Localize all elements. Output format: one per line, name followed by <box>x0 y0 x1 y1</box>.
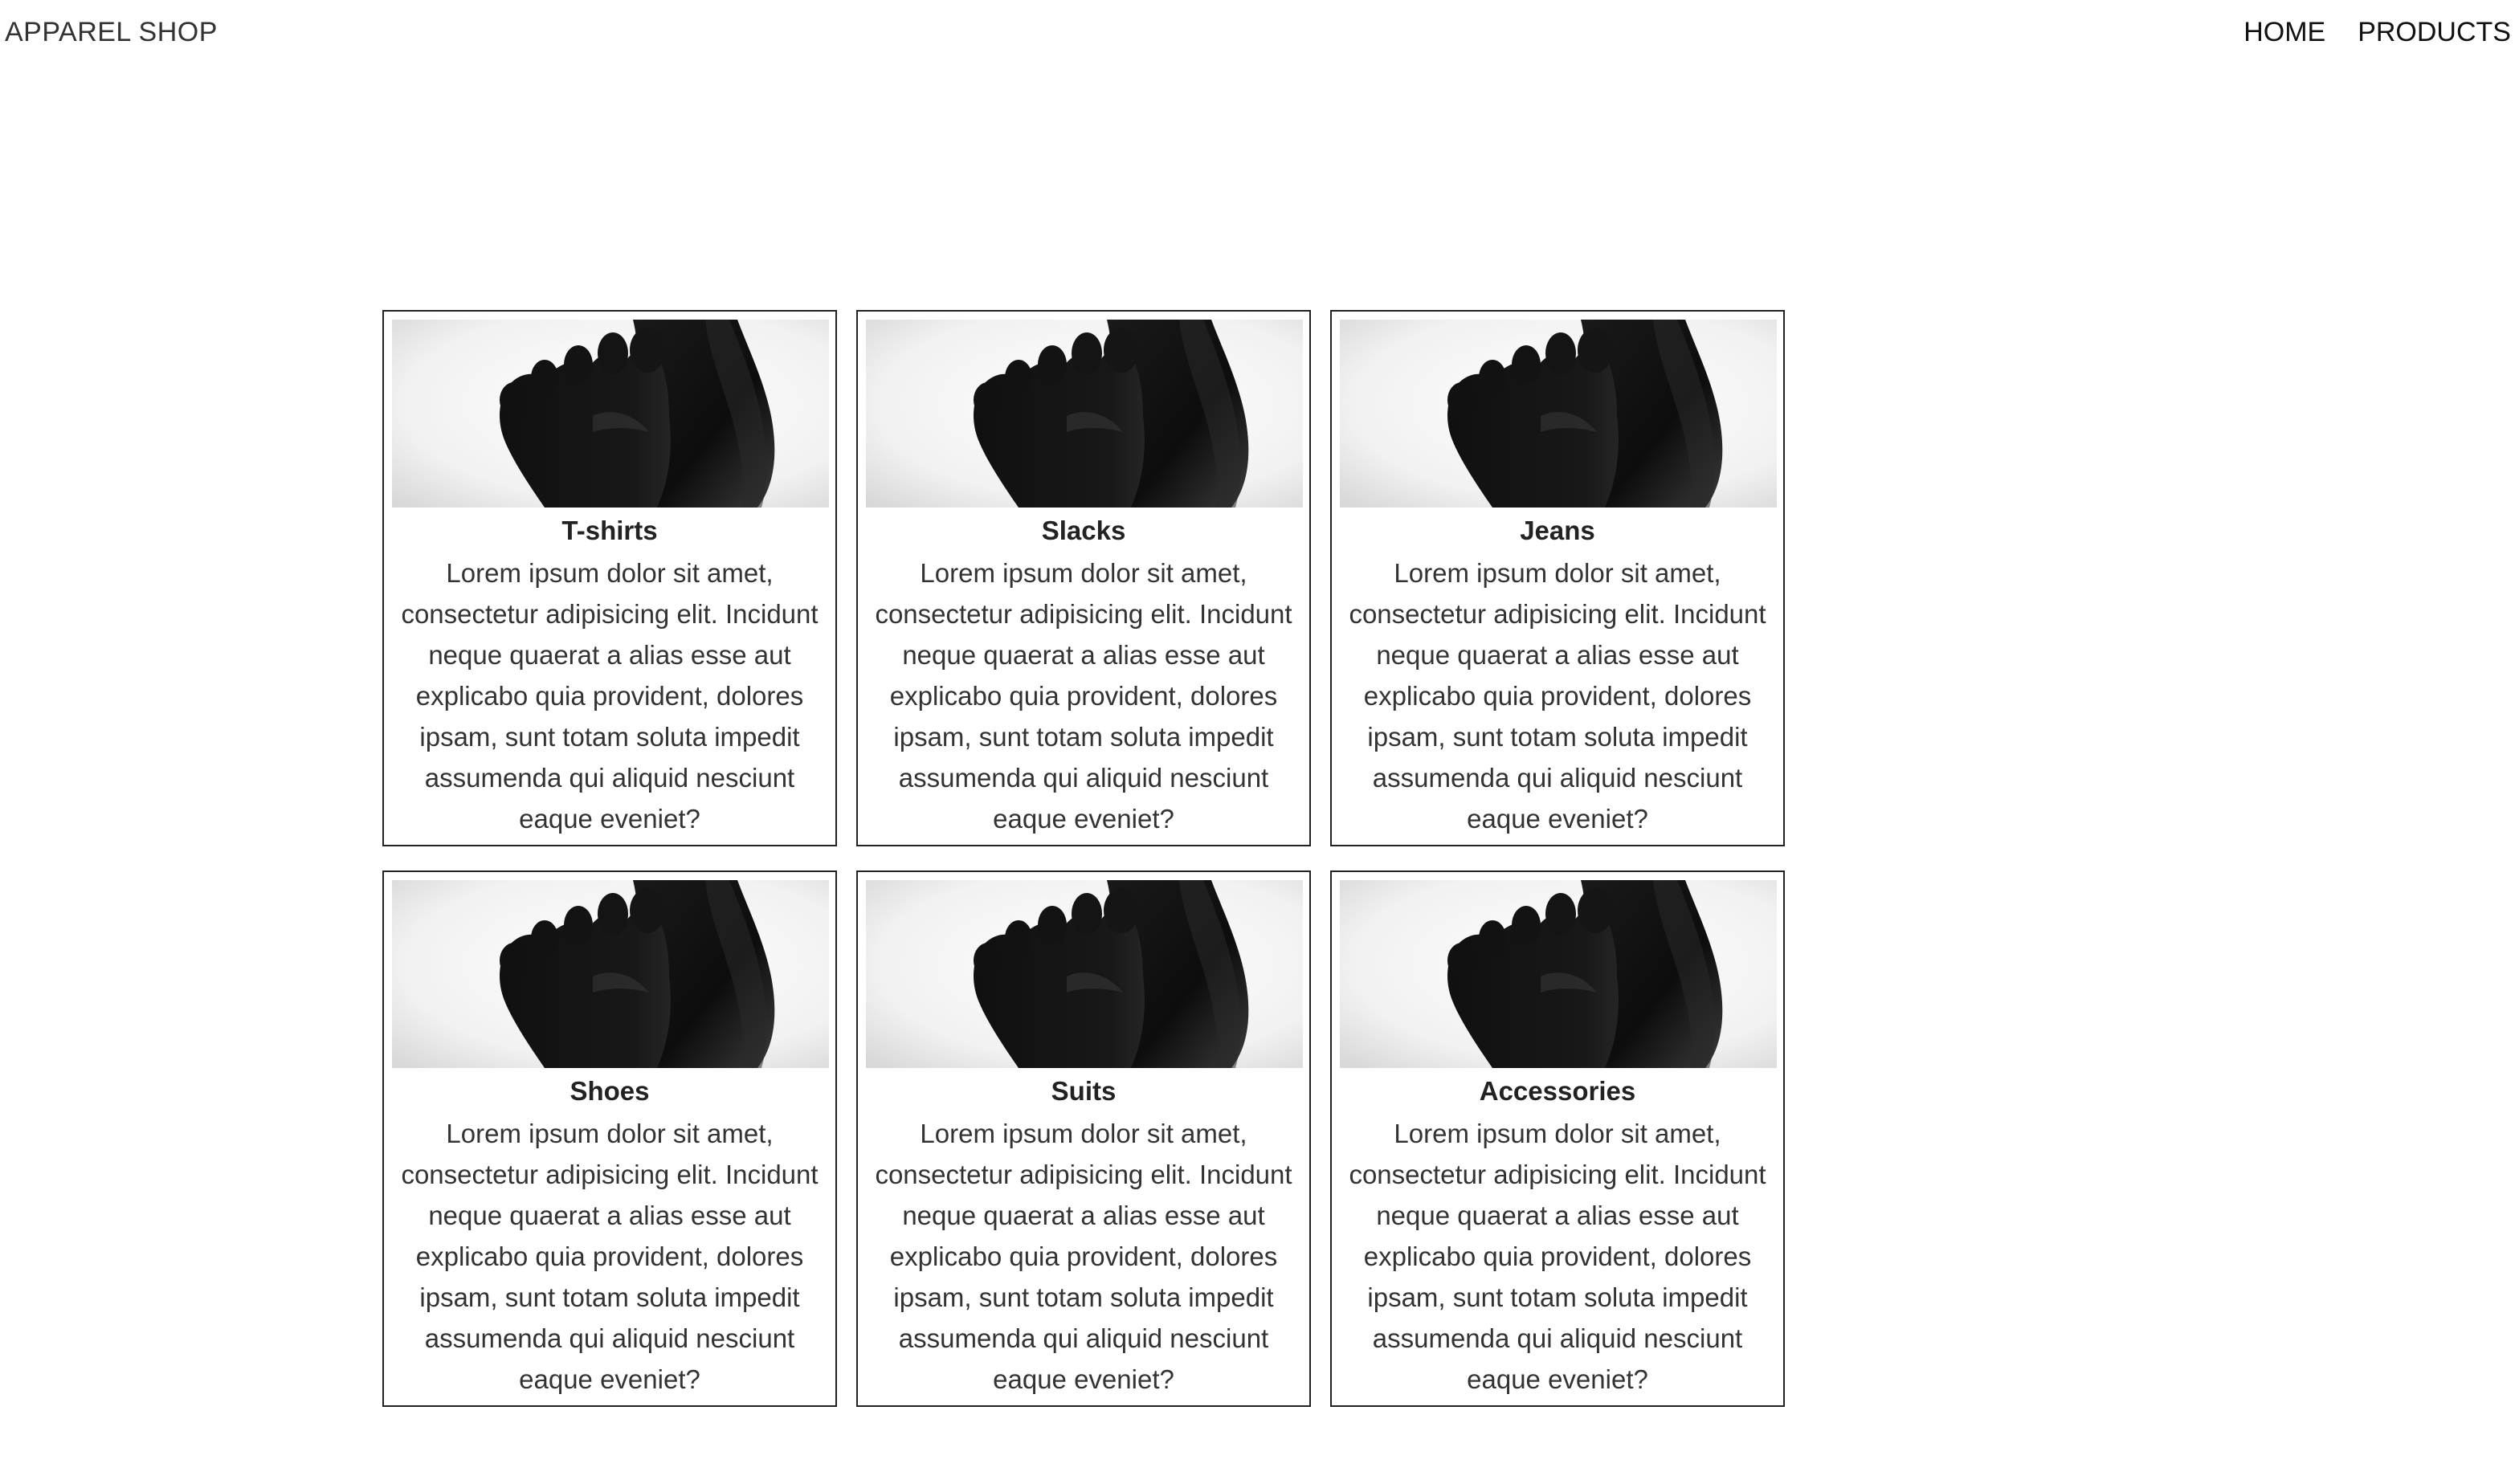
brand-logo[interactable]: APPAREL SHOP <box>5 13 218 51</box>
nav-home-link[interactable]: HOME <box>2243 13 2325 51</box>
product-image <box>392 880 829 1068</box>
product-title: Slacks <box>1041 516 1126 545</box>
product-description: Lorem ipsum dolor sit amet, consectetur … <box>875 1119 1292 1394</box>
product-description: Lorem ipsum dolor sit amet, consectetur … <box>401 1119 819 1394</box>
product-description: Lorem ipsum dolor sit amet, consectetur … <box>1349 558 1766 834</box>
product-card-shoes: Shoes Lorem ipsum dolor sit amet, consec… <box>382 870 837 1407</box>
product-description: Lorem ipsum dolor sit amet, consectetur … <box>875 558 1292 834</box>
site-header: APPAREL SHOP HOME PRODUCTS <box>0 0 2519 64</box>
product-card-suits: Suits Lorem ipsum dolor sit amet, consec… <box>856 870 1311 1407</box>
product-image <box>866 320 1303 508</box>
product-title: T-shirts <box>561 516 658 545</box>
product-grid: T-shirts Lorem ipsum dolor sit amet, con… <box>382 310 1785 1407</box>
main-nav: HOME PRODUCTS <box>2243 13 2511 51</box>
product-image <box>1340 320 1777 508</box>
product-card-tshirts: T-shirts Lorem ipsum dolor sit amet, con… <box>382 310 837 846</box>
product-image <box>1340 880 1777 1068</box>
product-card-accessories: Accessories Lorem ipsum dolor sit amet, … <box>1330 870 1785 1407</box>
product-title: Suits <box>1051 1076 1117 1106</box>
nav-products-link[interactable]: PRODUCTS <box>2358 13 2511 51</box>
product-title: Shoes <box>570 1076 650 1106</box>
product-description: Lorem ipsum dolor sit amet, consectetur … <box>1349 1119 1766 1394</box>
product-title: Jeans <box>1520 516 1595 545</box>
product-image <box>392 320 829 508</box>
product-card-jeans: Jeans Lorem ipsum dolor sit amet, consec… <box>1330 310 1785 846</box>
product-image <box>866 880 1303 1068</box>
product-card-slacks: Slacks Lorem ipsum dolor sit amet, conse… <box>856 310 1311 846</box>
product-title: Accessories <box>1479 1076 1636 1106</box>
product-description: Lorem ipsum dolor sit amet, consectetur … <box>401 558 819 834</box>
